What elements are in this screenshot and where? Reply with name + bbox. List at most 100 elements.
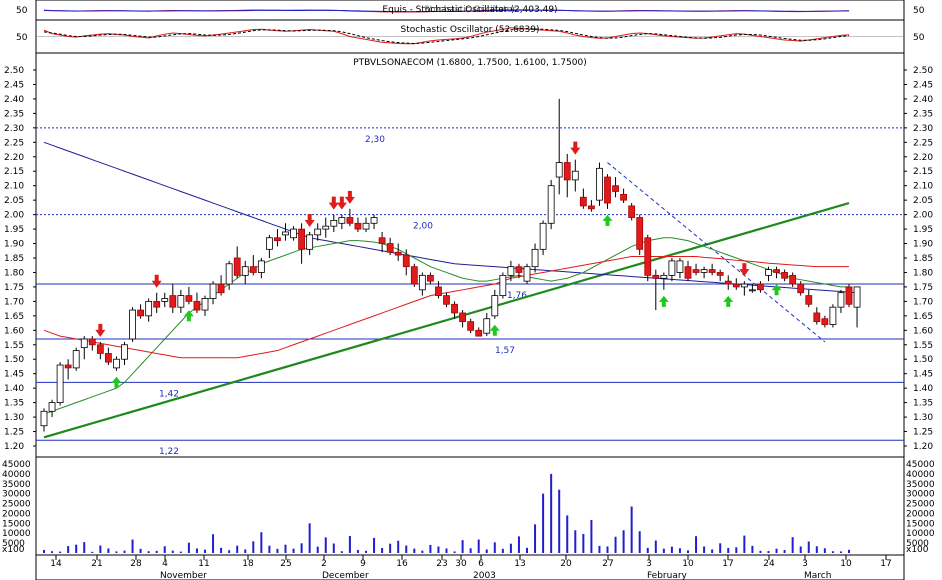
candle-body bbox=[201, 298, 209, 311]
price-tick-left: 1.25 bbox=[4, 428, 24, 438]
volume-panel bbox=[35, 456, 905, 556]
volume-bar bbox=[276, 548, 279, 553]
date-tick-label: 14 bbox=[50, 559, 62, 569]
price-tick-right: 1.30 bbox=[913, 413, 933, 423]
candle-body bbox=[153, 300, 161, 308]
candle-body bbox=[402, 254, 410, 268]
volume-bar bbox=[300, 543, 303, 553]
volume-bar bbox=[324, 537, 327, 553]
candle-body bbox=[435, 286, 442, 296]
candle-body bbox=[40, 410, 48, 427]
price-tick-right: 1.85 bbox=[913, 254, 933, 264]
price-tick-left: 1.95 bbox=[4, 225, 24, 235]
volume-bar bbox=[622, 530, 625, 553]
candle-body bbox=[837, 292, 845, 308]
price-tick-right: 1.90 bbox=[913, 240, 933, 250]
volume-tick-left: 45000 bbox=[2, 460, 31, 470]
candle-body bbox=[676, 260, 684, 273]
candle-body bbox=[765, 269, 772, 276]
candle-body bbox=[362, 222, 370, 230]
candle-body bbox=[483, 318, 491, 334]
volume-bar bbox=[703, 546, 706, 553]
volume-bar bbox=[453, 551, 456, 553]
price-chart: 2,302,001,761,571,421,22 1.20 1.201.25 1.2… bbox=[2, 0, 935, 580]
candle-body bbox=[209, 283, 217, 299]
candle-body bbox=[531, 248, 539, 268]
price-title: PTBVLSONAECOM (1.6800, 1.7500, 1.6100, 1… bbox=[353, 58, 587, 68]
candle-body bbox=[338, 217, 346, 224]
volume-bar bbox=[743, 535, 746, 553]
candle-body bbox=[443, 295, 450, 305]
candle-body bbox=[185, 295, 193, 302]
date-tick-label: 24 bbox=[763, 559, 775, 569]
volume-bar bbox=[83, 542, 86, 553]
volume-bar bbox=[212, 534, 215, 553]
volume-bar bbox=[485, 549, 488, 553]
candle-body bbox=[314, 228, 322, 236]
candle-body bbox=[105, 353, 112, 363]
volume-bar bbox=[848, 549, 850, 553]
volume-bar bbox=[783, 550, 786, 553]
date-tick-label: 13 bbox=[514, 559, 525, 569]
volume-tick-left: 20000 bbox=[2, 509, 31, 519]
candle-body bbox=[169, 295, 177, 308]
volume-bar bbox=[695, 536, 698, 553]
volume-bar bbox=[823, 548, 826, 553]
volume-bar bbox=[67, 546, 70, 553]
candle-body bbox=[282, 231, 289, 236]
price-tick-left: 1.35 bbox=[4, 399, 24, 409]
price-tick-left: 1.20 bbox=[4, 442, 24, 452]
volume-bar bbox=[477, 539, 480, 553]
date-tick-label: 30 bbox=[455, 559, 467, 569]
candle-body bbox=[56, 364, 64, 404]
volume-bar bbox=[461, 540, 464, 553]
price-tick-left: 2.45 bbox=[4, 80, 24, 90]
volume-bar bbox=[727, 548, 730, 553]
candle-body bbox=[241, 266, 249, 276]
price-tick-right: 1.55 bbox=[913, 341, 933, 351]
candle-body bbox=[394, 251, 402, 256]
candle-body bbox=[829, 306, 837, 325]
volume-bar bbox=[550, 473, 553, 553]
price-tick-right: 2.35 bbox=[913, 109, 933, 119]
volume-bar bbox=[348, 535, 351, 553]
volume-bar bbox=[292, 548, 295, 553]
volume-bar bbox=[711, 549, 714, 553]
candle-body bbox=[700, 269, 708, 273]
volume-tick-left: 25000 bbox=[2, 500, 31, 510]
volume-tick-left: 30000 bbox=[2, 490, 31, 500]
candle-body bbox=[692, 269, 700, 273]
top-left-level: 50 bbox=[16, 6, 28, 16]
date-tick-label: 6 bbox=[478, 559, 484, 569]
candle-body bbox=[499, 274, 507, 297]
candle-body bbox=[48, 402, 56, 412]
candle-body bbox=[418, 274, 426, 291]
volume-bar bbox=[397, 540, 400, 553]
candle-body bbox=[451, 303, 458, 314]
volume-bar bbox=[590, 519, 593, 553]
volume-bar bbox=[654, 540, 657, 553]
candle-body bbox=[652, 274, 660, 279]
volume-bar bbox=[517, 536, 520, 553]
candle-body bbox=[781, 272, 788, 279]
volume-bar bbox=[735, 547, 738, 553]
volume-bar bbox=[719, 543, 722, 553]
price-tick-left: 1.45 bbox=[4, 370, 24, 380]
volume-bar bbox=[155, 550, 158, 553]
volume-bar bbox=[509, 543, 512, 553]
candle-body bbox=[749, 289, 756, 292]
volume-bar bbox=[534, 524, 537, 553]
price-tick-right: 1.70 bbox=[913, 297, 933, 307]
candle-body bbox=[644, 237, 652, 276]
price-tick-right: 2.10 bbox=[913, 182, 933, 192]
candle-body bbox=[732, 283, 740, 288]
volume-bar bbox=[638, 531, 641, 553]
volume-tick-left: 10000 bbox=[2, 529, 31, 539]
price-tick-left: 1.75 bbox=[4, 283, 24, 293]
price-tick-left: 2.30 bbox=[4, 124, 24, 134]
volume-bar bbox=[340, 551, 343, 553]
candle-body bbox=[740, 283, 748, 288]
candle-body bbox=[773, 269, 780, 273]
date-tick-label: 20 bbox=[560, 559, 572, 569]
volume-bar bbox=[284, 544, 287, 553]
